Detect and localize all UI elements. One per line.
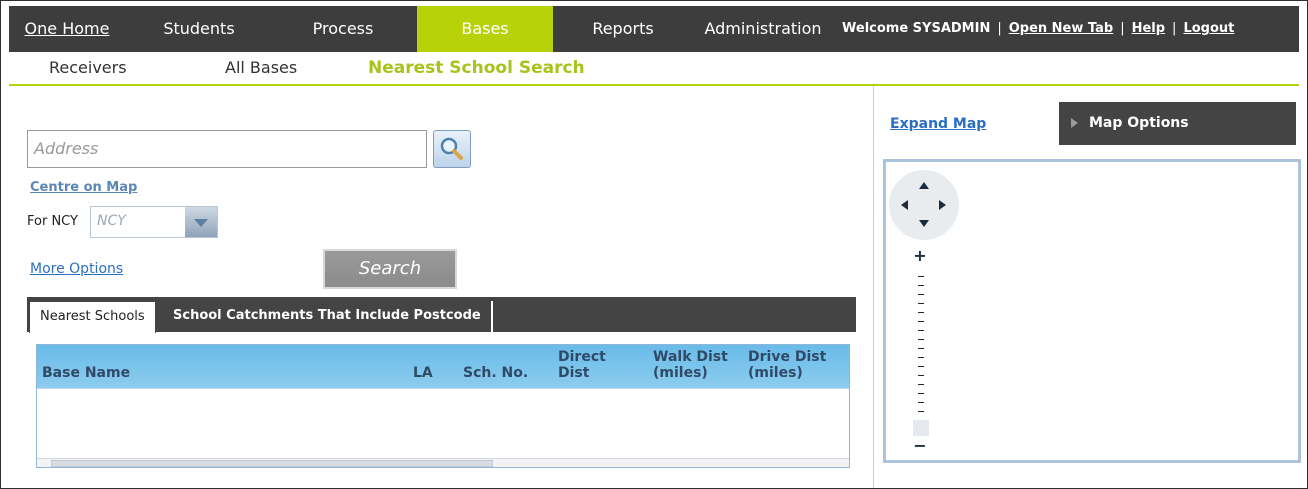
col-base-name[interactable]: Base Name <box>42 365 130 381</box>
open-new-tab-link[interactable]: Open New Tab <box>1009 6 1113 52</box>
col-drive-dist[interactable]: Drive Dist (miles) <box>748 349 834 381</box>
nav-process[interactable]: Process <box>283 6 403 52</box>
col-direct-dist[interactable]: Direct Dist <box>558 349 628 381</box>
subnav-all-bases[interactable]: All Bases <box>225 52 297 84</box>
help-link[interactable]: Help <box>1132 6 1165 52</box>
scrollbar-thumb[interactable] <box>51 460 493 467</box>
map-options-label: Map Options <box>1089 115 1189 131</box>
grid-body <box>37 388 849 459</box>
zoom-slider-handle[interactable] <box>913 420 929 436</box>
nav-students[interactable]: Students <box>144 6 254 52</box>
grid-header: Base Name LA Sch. No. Direct Dist Walk D… <box>37 345 849 388</box>
zoom-in-button[interactable]: + <box>913 248 927 264</box>
separator: | <box>1120 21 1125 36</box>
triangle-right-icon <box>1071 118 1078 128</box>
arrow-down-icon[interactable] <box>919 220 929 227</box>
welcome-text: Welcome SYSADMIN <box>842 21 991 36</box>
more-options-link[interactable]: More Options <box>30 261 123 277</box>
address-input[interactable]: Address <box>27 130 427 168</box>
results-tabbar: Nearest Schools School Catchments That I… <box>27 297 856 333</box>
horizontal-scrollbar[interactable] <box>37 458 849 467</box>
zoom-control: + − <box>910 246 930 456</box>
arrow-up-icon[interactable] <box>919 182 929 189</box>
sub-navigation: Receivers All Bases Nearest School Searc… <box>9 52 1299 86</box>
tab-school-catchments[interactable]: School Catchments That Include Postcode <box>163 301 493 332</box>
separator: | <box>1172 21 1177 36</box>
map-area[interactable]: + − <box>883 159 1301 463</box>
col-sch-no[interactable]: Sch. No. <box>463 365 528 381</box>
address-search-button[interactable] <box>433 130 471 168</box>
arrow-right-icon[interactable] <box>939 200 946 210</box>
col-la[interactable]: LA <box>413 365 433 381</box>
zoom-out-button[interactable]: − <box>913 438 927 454</box>
ncy-select[interactable]: NCY <box>90 206 218 238</box>
zoom-slider[interactable] <box>918 268 924 438</box>
arrow-left-icon[interactable] <box>901 200 908 210</box>
search-panel: Address Centre on Map For NCY NCY More O… <box>9 86 874 488</box>
nav-administration[interactable]: Administration <box>692 6 834 52</box>
chevron-down-icon[interactable] <box>185 207 217 237</box>
results-grid: Base Name LA Sch. No. Direct Dist Walk D… <box>36 344 850 468</box>
tab-nearest-schools[interactable]: Nearest Schools <box>29 301 156 333</box>
magnifier-icon <box>440 137 463 160</box>
logout-link[interactable]: Logout <box>1183 6 1234 52</box>
search-button[interactable]: Search <box>323 249 457 289</box>
map-options-button[interactable]: Map Options <box>1059 102 1296 145</box>
subnav-receivers[interactable]: Receivers <box>49 52 127 84</box>
nav-bases[interactable]: Bases <box>417 6 553 52</box>
user-links: Welcome SYSADMIN | Open New Tab | Help | Logou… <box>842 6 1234 52</box>
top-navigation: One Home Students Process Bases Reports … <box>9 6 1299 52</box>
subnav-nearest-school-search[interactable]: Nearest School Search <box>368 52 585 84</box>
expand-map-link[interactable]: Expand Map <box>890 116 986 132</box>
ncy-placeholder: NCY <box>97 213 126 229</box>
separator: | <box>997 21 1002 36</box>
nav-reports[interactable]: Reports <box>564 6 682 52</box>
centre-on-map-link[interactable]: Centre on Map <box>30 180 137 195</box>
pan-control[interactable] <box>889 170 959 240</box>
nav-one-home[interactable]: One Home <box>9 6 125 52</box>
for-ncy-label: For NCY <box>27 214 78 229</box>
col-walk-dist[interactable]: Walk Dist (miles) <box>653 349 735 381</box>
